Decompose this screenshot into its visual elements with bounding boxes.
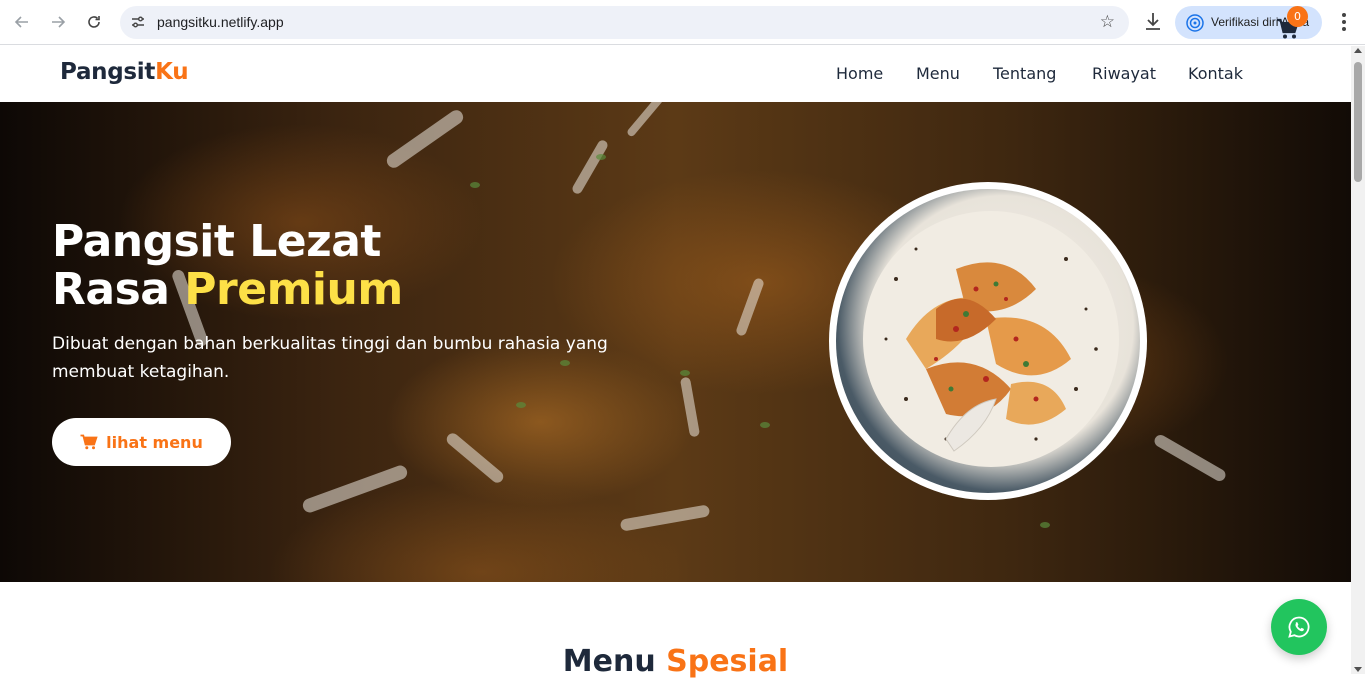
nav-home[interactable]: Home	[836, 64, 883, 83]
hero-title: Pangsit Lezat Rasa Premium	[52, 218, 403, 314]
view-menu-button[interactable]: lihat menu	[52, 418, 231, 466]
nav-riwayat[interactable]: Riwayat	[1092, 64, 1156, 83]
logo[interactable]: PangsitKu	[60, 59, 189, 85]
site-header: PangsitKu Home Menu Tentang Riwayat Kont…	[0, 46, 1351, 102]
more-menu-icon[interactable]	[1334, 10, 1354, 34]
view-menu-label: lihat menu	[106, 432, 203, 452]
scroll-down-icon[interactable]	[1354, 667, 1362, 672]
verify-icon	[1186, 14, 1204, 32]
whatsapp-icon	[1288, 616, 1310, 638]
browser-toolbar: pangsitku.netlify.app ☆ Verifikasi diri …	[0, 0, 1365, 45]
hero-subtitle: Dibuat dengan bahan berkualitas tinggi d…	[52, 334, 608, 382]
reload-icon[interactable]	[80, 8, 108, 36]
scroll-up-icon[interactable]	[1354, 48, 1362, 53]
url-text[interactable]: pangsitku.netlify.app	[157, 14, 284, 30]
cart-icon	[80, 434, 98, 450]
dumpling-plate-image	[836, 189, 1140, 493]
nav-tentang[interactable]: Tentang	[993, 64, 1056, 83]
hero-title-line2: Rasa Premium	[52, 266, 403, 314]
nav-menu[interactable]: Menu	[916, 64, 960, 83]
logo-main: Pangsit	[60, 59, 156, 85]
download-icon[interactable]	[1142, 10, 1164, 34]
hero-title-prefix: Rasa	[52, 264, 185, 315]
cart-count-badge: 0	[1287, 6, 1308, 27]
hero-title-highlight: Premium	[184, 264, 403, 315]
hero-title-line1: Pangsit Lezat	[52, 216, 381, 267]
bookmark-star-icon[interactable]: ☆	[1100, 12, 1115, 32]
whatsapp-button[interactable]	[1271, 599, 1327, 655]
logo-accent: Ku	[155, 59, 189, 85]
hero-section: Pangsit Lezat Rasa Premium Dibuat dengan…	[0, 102, 1351, 582]
site-settings-icon[interactable]	[130, 14, 146, 30]
back-icon[interactable]	[8, 8, 36, 36]
scrollbar-thumb[interactable]	[1354, 62, 1362, 182]
address-bar[interactable]: pangsitku.netlify.app ☆	[120, 6, 1129, 39]
forward-icon[interactable]	[44, 8, 72, 36]
nav-kontak[interactable]: Kontak	[1188, 64, 1243, 83]
